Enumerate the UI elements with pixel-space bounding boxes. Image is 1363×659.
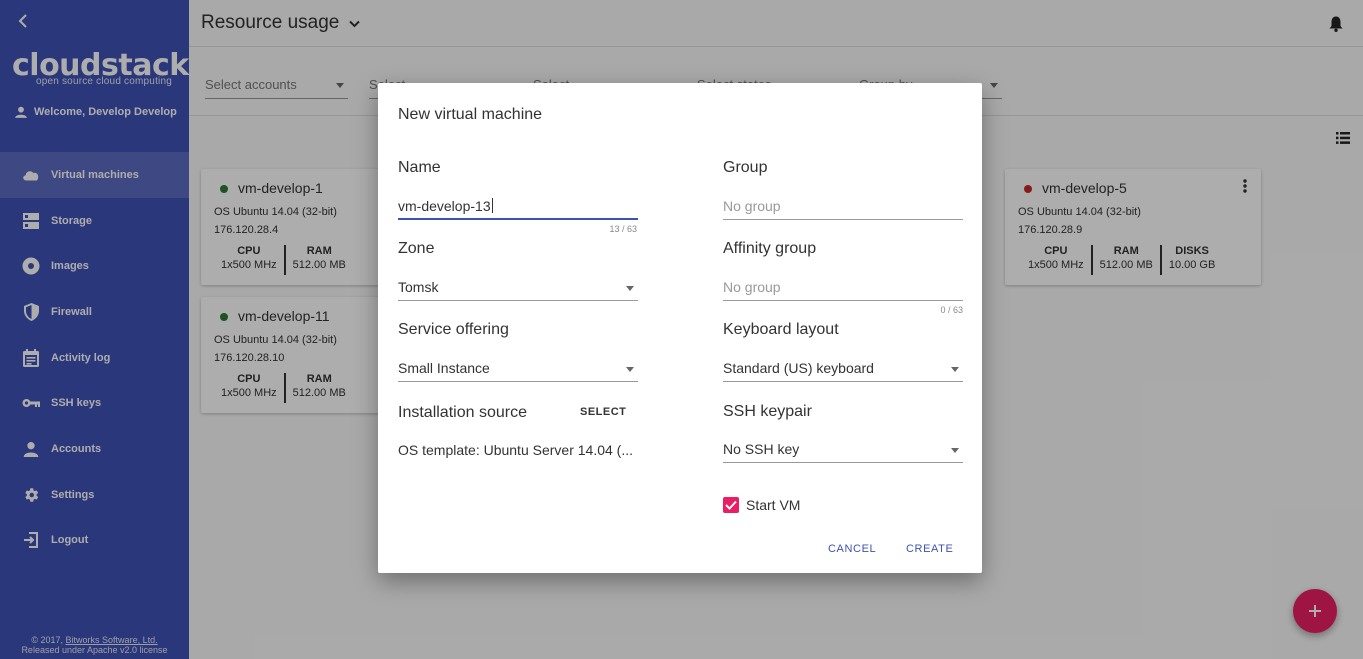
name-value: vm-develop-13 [398, 198, 491, 214]
keyboard-layout-value: Standard (US) keyboard [723, 360, 874, 376]
keyboard-layout-label: Keyboard layout [723, 321, 839, 338]
affinity-group-placeholder: No group [723, 279, 781, 295]
app-root: cloudstack open source cloud computing W… [0, 0, 1363, 659]
new-vm-dialog: New virtual machine Name vm-develop-13 1… [378, 83, 982, 573]
name-input[interactable]: vm-develop-13 [398, 193, 638, 220]
service-offering-select[interactable]: Small Instance [398, 355, 638, 382]
dropdown-arrow-icon [951, 367, 959, 372]
installation-select-button[interactable]: SELECT [580, 406, 626, 418]
zone-value: Tomsk [398, 279, 439, 295]
name-label: Name [398, 159, 441, 176]
cancel-button[interactable]: CANCEL [828, 543, 876, 555]
service-offering-label: Service offering [398, 321, 509, 338]
group-input[interactable]: No group [723, 193, 963, 220]
dialog-title: New virtual machine [398, 106, 543, 123]
affinity-group-label: Affinity group [723, 240, 817, 257]
check-icon [725, 500, 737, 510]
zone-select[interactable]: Tomsk [398, 274, 638, 301]
affinity-counter: 0 / 63 [940, 305, 963, 315]
ssh-keypair-select[interactable]: No SSH key [723, 436, 963, 463]
installation-source-label: Installation source [398, 404, 527, 421]
text-caret [491, 198, 493, 213]
dropdown-arrow-icon [626, 367, 634, 372]
group-placeholder: No group [723, 198, 781, 214]
start-vm-checkbox[interactable] [723, 497, 739, 513]
ssh-keypair-value: No SSH key [723, 441, 800, 457]
ssh-keypair-label: SSH keypair [723, 403, 812, 420]
keyboard-layout-select[interactable]: Standard (US) keyboard [723, 355, 963, 382]
zone-label: Zone [398, 240, 435, 257]
service-offering-value: Small Instance [398, 360, 490, 376]
start-vm-label: Start VM [746, 497, 801, 513]
create-button[interactable]: CREATE [906, 543, 953, 555]
affinity-group-input[interactable]: No group [723, 274, 963, 301]
installation-source-value: OS template: Ubuntu Server 14.04 (... [398, 442, 634, 458]
group-label: Group [723, 159, 768, 176]
dropdown-arrow-icon [626, 286, 634, 291]
dropdown-arrow-icon [951, 448, 959, 453]
name-counter: 13 / 63 [609, 224, 637, 234]
